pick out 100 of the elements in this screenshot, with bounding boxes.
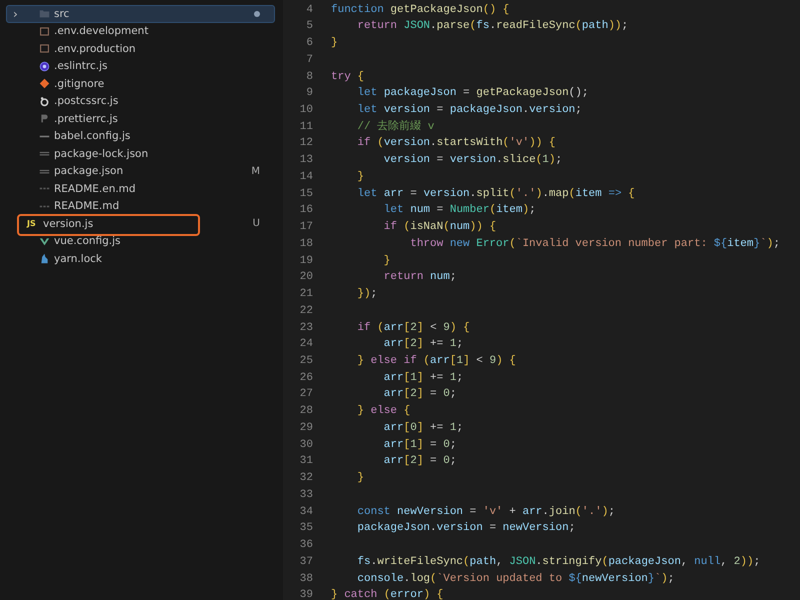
file-name: .gitignore (54, 78, 106, 90)
code-line: const newVersion = 'v' + arr.join('.'); (356, 504, 615, 520)
line-number: 4 (305, 2, 313, 18)
line-number: 5 (305, 19, 313, 34)
line-number: 14 (298, 170, 313, 185)
code-line: return num; (382, 270, 456, 286)
line-number: 11 (298, 120, 313, 135)
file-item[interactable]: .env.production (6, 40, 275, 58)
line-number: 28 (298, 404, 313, 420)
line-number: 10 (298, 103, 313, 118)
line-number: 19 (298, 254, 313, 269)
file-item[interactable]: .prettierrc.js (6, 110, 275, 128)
line-number: 12 (298, 136, 313, 152)
line-number: 32 (298, 471, 313, 486)
diamond-icon (39, 78, 50, 90)
line-number: 8 (305, 70, 313, 85)
line-number: 15 (298, 186, 313, 202)
code-line: let arr = version.split('.').map(item => { (356, 186, 635, 202)
file-name: package.json (54, 165, 124, 178)
file-name: .postcssrc.js (54, 95, 120, 108)
code-line: fs.writeFileSync(path, JSON.stringify(packageJson, null, 2)); (356, 554, 760, 570)
code-line: let packageJson = getPackageJson(); (356, 86, 588, 102)
file-item[interactable]: › src (6, 5, 275, 22)
line-number: 33 (298, 488, 313, 503)
file-name: vue.config.js (54, 235, 122, 248)
line-number: 38 (298, 572, 313, 587)
git-status: U (252, 218, 260, 230)
line-number: 16 (298, 203, 313, 218)
code-line: } catch (error) { (331, 588, 444, 600)
code-line: } else { (356, 404, 410, 420)
code-line: function getPackageJson() { (331, 2, 510, 18)
chevron-icon[interactable]: › (13, 6, 18, 21)
code-line: arr[2] = 0; (382, 454, 456, 470)
code-line: } else if (arr[1] < 9) { (356, 354, 516, 370)
line-number: 20 (298, 270, 313, 286)
line-number: 23 (298, 320, 313, 336)
file-item[interactable]: README.md (6, 198, 275, 215)
line-number: 9 (305, 86, 313, 102)
code-line: let num = Number(item); (382, 203, 536, 218)
line-number: 25 (298, 354, 313, 370)
code-line: throw new Error(`Invalid version number part: ${item}`); (409, 236, 780, 252)
line-number: 6 (305, 36, 313, 52)
code-line: }); (356, 287, 378, 302)
file-item[interactable]: README.en.md (6, 180, 275, 198)
file-item[interactable]: .eslintrc.js (6, 58, 275, 75)
file-name: README.md (54, 200, 120, 212)
code-line: arr[2] += 1; (382, 337, 464, 352)
file-item[interactable]: yarn.lock (6, 250, 275, 268)
file-name: src (54, 8, 70, 20)
file-name: yarn.lock (54, 252, 103, 265)
line-number: 7 (305, 52, 313, 68)
file-item[interactable]: package-lock.json (6, 145, 275, 162)
line-number: 37 (298, 554, 313, 570)
git-status: M (251, 166, 260, 177)
js-icon: JS (27, 219, 38, 228)
file-item[interactable]: vue.config.js (6, 232, 275, 250)
file-item[interactable]: package.json M (6, 162, 275, 180)
file-item[interactable]: babel.config.js (6, 128, 275, 145)
file-name: babel.config.js (54, 130, 132, 142)
code-line: version = version.slice(1); (382, 153, 562, 168)
code-line: return JSON.parse(fs.readFileSync(path)); (356, 19, 628, 34)
code-line: if (arr[2] < 9) { (356, 320, 470, 336)
code-line: // 去除前綴 v (356, 119, 434, 135)
line-number: 21 (298, 287, 313, 302)
file-item[interactable]: .env.development (6, 22, 275, 40)
file-name: version.js (43, 218, 94, 230)
line-number: 18 (298, 236, 313, 252)
code-line: } (356, 471, 364, 486)
line-number: 26 (298, 370, 313, 386)
line-number: 29 (298, 420, 313, 436)
line-number: 39 (298, 588, 313, 600)
file-item[interactable]: .gitignore (6, 75, 275, 92)
file-icon (39, 26, 50, 37)
line-number: 17 (298, 220, 313, 236)
code-line: packageJson.version = newVersion; (356, 521, 576, 536)
file-name: README.en.md (54, 182, 137, 195)
line-number: 35 (298, 521, 313, 536)
line-number: 27 (298, 387, 313, 402)
line-number: 13 (298, 153, 313, 168)
code-line: } (356, 170, 364, 185)
line-number: 34 (298, 504, 313, 520)
file-name: .eslintrc.js (54, 60, 108, 72)
code-line: if (version.startsWith('v')) { (356, 136, 556, 152)
line-number: 22 (298, 304, 313, 319)
file-item[interactable]: JS version.js U (6, 215, 275, 232)
line-number: 31 (298, 454, 313, 470)
code-line: } (382, 254, 390, 269)
file-name: package-lock.json (54, 148, 150, 160)
code-line: arr[1] = 0; (382, 438, 456, 453)
code-line: if (isNaN(num)) { (382, 220, 496, 236)
line-number: 30 (298, 438, 313, 453)
file-name: .env.production (54, 42, 137, 55)
code-line: try { (331, 70, 364, 85)
file-name: .prettierrc.js (54, 112, 119, 125)
code-line: } (331, 36, 338, 52)
code-line: arr[0] += 1; (382, 420, 464, 436)
code-line: console.log(`Version updated to ${newVersion}`); (356, 572, 674, 587)
line-number: 24 (298, 337, 313, 352)
leaf-icon (39, 236, 50, 247)
file-item[interactable]: .postcssrc.js (6, 92, 275, 110)
